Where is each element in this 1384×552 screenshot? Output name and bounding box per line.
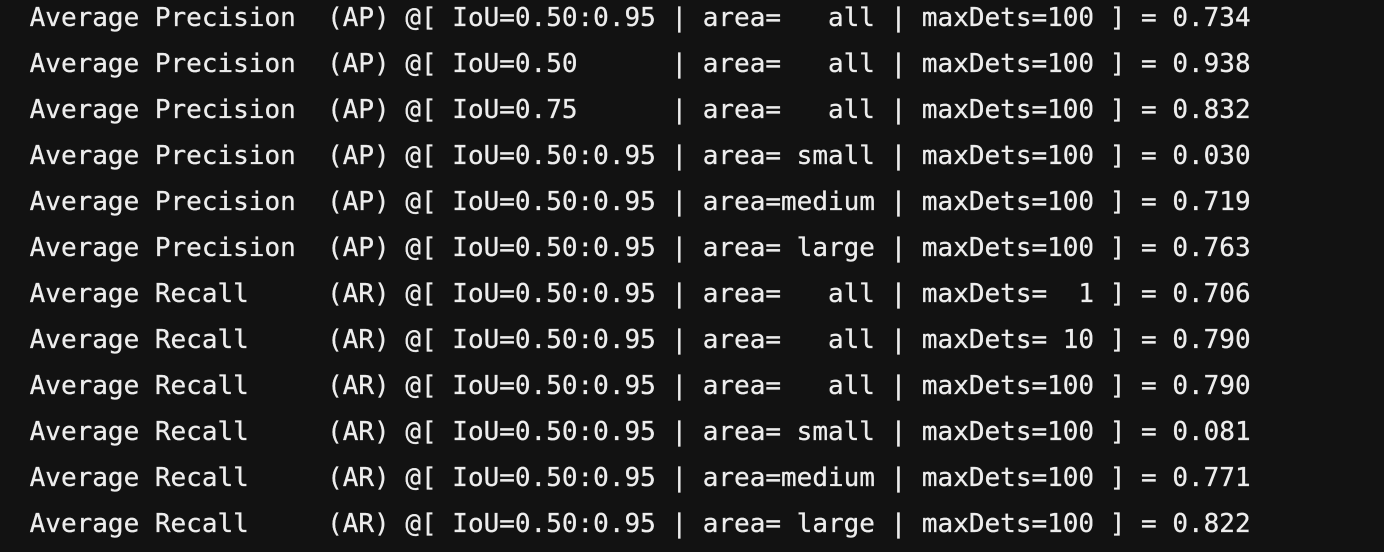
- terminal-line: Average Precision (AP) @[ IoU=0.50:0.95 …: [14, 187, 1251, 217]
- terminal-line: Average Recall (AR) @[ IoU=0.50:0.95 | a…: [14, 279, 1251, 309]
- terminal-line: Average Precision (AP) @[ IoU=0.50:0.95 …: [14, 3, 1251, 33]
- terminal-line: Average Recall (AR) @[ IoU=0.50:0.95 | a…: [14, 325, 1251, 355]
- terminal-line: Average Precision (AP) @[ IoU=0.50 | are…: [14, 49, 1251, 79]
- terminal-line: Average Recall (AR) @[ IoU=0.50:0.95 | a…: [14, 371, 1251, 401]
- terminal-line: Average Precision (AP) @[ IoU=0.50:0.95 …: [14, 233, 1251, 263]
- terminal-line: Average Precision (AP) @[ IoU=0.75 | are…: [14, 95, 1251, 125]
- terminal-output: Average Precision (AP) @[ IoU=0.50:0.95 …: [0, 0, 1384, 547]
- terminal-line: Average Recall (AR) @[ IoU=0.50:0.95 | a…: [14, 417, 1251, 447]
- terminal-line: Average Recall (AR) @[ IoU=0.50:0.95 | a…: [14, 463, 1251, 493]
- terminal-line: Average Precision (AP) @[ IoU=0.50:0.95 …: [14, 141, 1251, 171]
- terminal-line: Average Recall (AR) @[ IoU=0.50:0.95 | a…: [14, 509, 1251, 539]
